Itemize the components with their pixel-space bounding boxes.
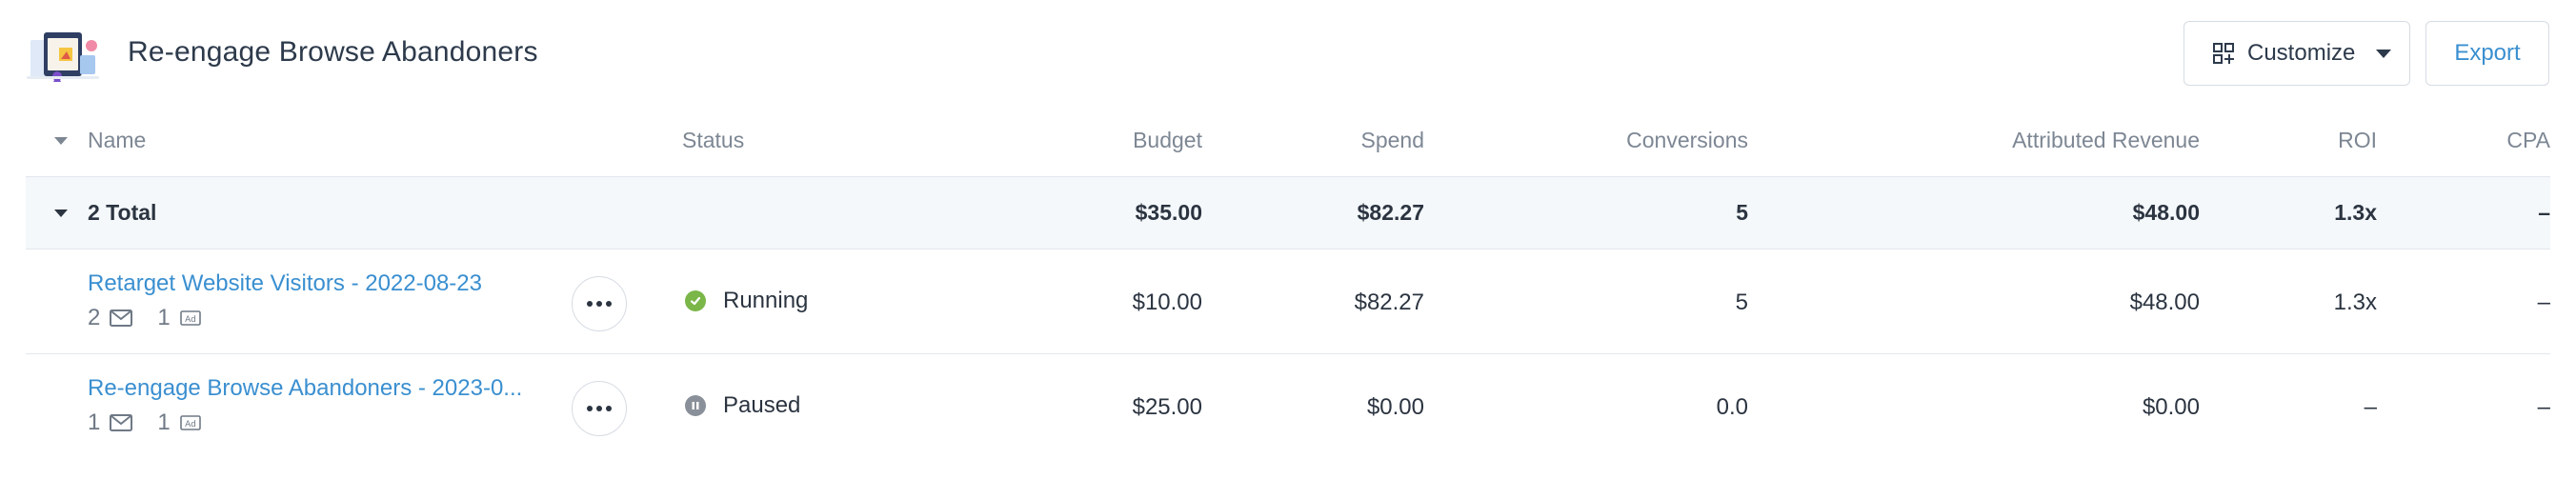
budget-value: $25.00	[1132, 394, 1202, 420]
svg-text:Ad: Ad	[185, 315, 196, 325]
column-header-conversions[interactable]: Conversions	[1626, 128, 1748, 153]
cpa-value: –	[2537, 394, 2550, 420]
total-label: 2 Total	[88, 200, 157, 225]
collapse-all-icon[interactable]	[54, 137, 68, 145]
total-spend: $82.27	[1357, 200, 1424, 225]
column-header-roi[interactable]: ROI	[2338, 128, 2377, 153]
page-title: Re-engage Browse Abandoners	[128, 36, 538, 68]
campaign-name-link[interactable]: Re-engage Browse Abandoners - 2023-0...	[88, 375, 522, 402]
spend-value: $82.27	[1354, 289, 1424, 315]
mail-icon	[110, 414, 133, 431]
spend-value: $0.00	[1366, 394, 1424, 420]
total-cpa: –	[2538, 200, 2550, 225]
ad-icon: Ad	[179, 310, 201, 326]
attributed-revenue-value: $48.00	[2129, 289, 2200, 315]
campaign-meta: 1 1 Ad	[88, 409, 201, 436]
table-row: Retarget Website Visitors - 2022-08-23 2…	[26, 250, 2550, 354]
column-header-budget[interactable]: Budget	[1133, 128, 1202, 153]
conversions-value: 0.0	[1716, 394, 1748, 420]
check-circle-icon	[685, 290, 706, 311]
roi-value: 1.3x	[2333, 289, 2377, 315]
status-label: Paused	[723, 392, 801, 418]
total-roi: 1.3x	[2334, 200, 2377, 225]
customize-label: Customize	[2247, 40, 2356, 66]
total-attributed-revenue: $48.00	[2132, 200, 2200, 225]
table-row: Re-engage Browse Abandoners - 2023-0... …	[26, 354, 2550, 459]
budget-value: $10.00	[1132, 289, 1202, 315]
table-header-row: Name Status Budget Spend Conversions Att…	[26, 105, 2550, 177]
more-dots-icon	[587, 406, 612, 411]
status-badge: Paused	[685, 392, 800, 419]
roi-value: –	[2364, 394, 2377, 420]
column-header-name[interactable]: Name	[88, 128, 146, 153]
svg-text:Ad: Ad	[185, 420, 196, 429]
total-conversions: 5	[1736, 200, 1748, 225]
campaign-illustration-icon	[27, 32, 99, 82]
customize-button[interactable]: Customize	[2184, 21, 2410, 86]
conversions-value: 5	[1735, 289, 1748, 315]
collapse-total-icon[interactable]	[54, 210, 68, 217]
column-header-status[interactable]: Status	[682, 128, 744, 153]
page-header: Re-engage Browse Abandoners Customize Ex…	[0, 0, 2576, 114]
total-row: 2 Total $35.00 $82.27 5 $48.00 1.3x –	[26, 177, 2550, 250]
status-badge: Running	[685, 288, 808, 314]
ad-count: 1	[157, 409, 171, 435]
caret-down-icon	[2376, 49, 2392, 58]
more-actions-button[interactable]	[572, 381, 627, 436]
more-dots-icon	[587, 301, 612, 307]
column-header-attributed-revenue[interactable]: Attributed Revenue	[2012, 128, 2200, 153]
email-count: 1	[88, 409, 101, 435]
export-button[interactable]: Export	[2425, 21, 2549, 86]
cpa-value: –	[2537, 289, 2550, 315]
mail-icon	[110, 309, 133, 327]
email-count: 2	[88, 305, 101, 330]
column-header-cpa[interactable]: CPA	[2506, 128, 2550, 153]
grid-plus-icon	[2213, 43, 2234, 64]
status-label: Running	[723, 288, 809, 313]
campaign-meta: 2 1 Ad	[88, 305, 201, 331]
campaign-name-link[interactable]: Retarget Website Visitors - 2022-08-23	[88, 270, 482, 297]
attributed-revenue-value: $0.00	[2142, 394, 2200, 420]
ad-icon: Ad	[179, 415, 201, 430]
more-actions-button[interactable]	[572, 276, 627, 331]
pause-circle-icon	[685, 395, 706, 416]
column-header-spend[interactable]: Spend	[1360, 128, 1424, 153]
total-budget: $35.00	[1135, 200, 1202, 225]
ad-count: 1	[157, 305, 171, 330]
